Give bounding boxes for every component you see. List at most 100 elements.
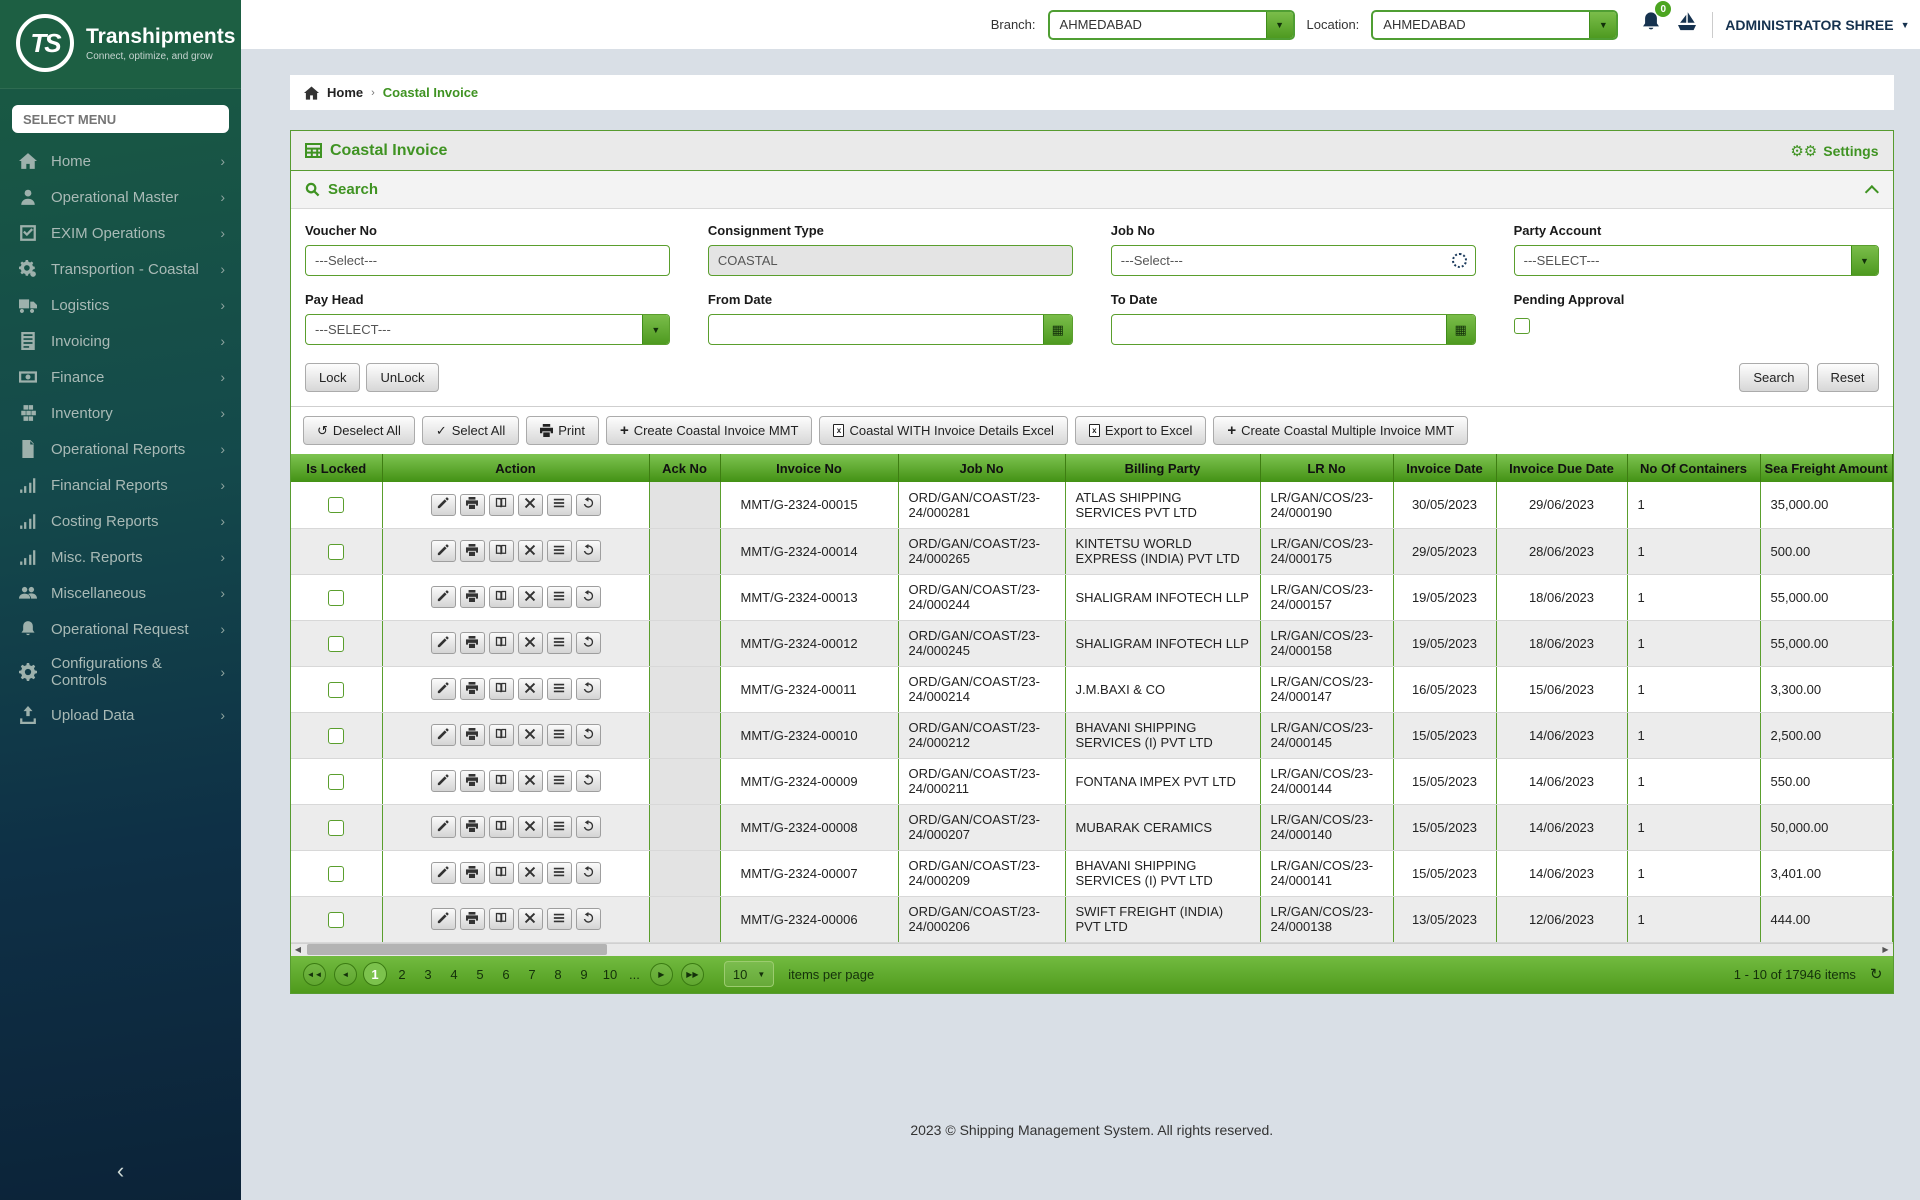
sidebar-item-miscellaneous[interactable]: Miscellaneous› [0,575,241,611]
sidebar-collapse-icon[interactable]: ‹ [0,1158,241,1184]
row-lock-checkbox[interactable] [328,590,344,606]
vessel-button[interactable] [1674,10,1700,39]
row-lock-checkbox[interactable] [328,866,344,882]
first-page-button[interactable]: ◄◄ [303,963,326,986]
sidebar-item-exim-operations[interactable]: EXIM Operations› [0,215,241,251]
sidebar-item-finance[interactable]: Finance› [0,359,241,395]
print-row-button[interactable] [460,586,485,608]
history-row-button[interactable] [576,540,601,562]
page-size-select[interactable]: 10 ▼ [724,961,774,987]
from-date-input[interactable]: ▦ [708,314,1073,345]
delete-row-button[interactable] [518,908,543,930]
ledger-row-button[interactable] [489,770,514,792]
edit-row-button[interactable] [431,540,456,562]
sidebar-item-inventory[interactable]: Inventory› [0,395,241,431]
print-row-button[interactable] [460,678,485,700]
edit-row-button[interactable] [431,586,456,608]
calendar-icon[interactable]: ▦ [1043,315,1072,344]
edit-row-button[interactable] [431,908,456,930]
page-number-8[interactable]: 8 [547,963,569,985]
details-row-button[interactable] [547,494,572,516]
last-page-button[interactable]: ▶▶ [681,963,704,986]
edit-row-button[interactable] [431,678,456,700]
details-row-button[interactable] [547,540,572,562]
history-row-button[interactable] [576,724,601,746]
page-number-5[interactable]: 5 [469,963,491,985]
sidebar-item-logistics[interactable]: Logistics› [0,287,241,323]
edit-row-button[interactable] [431,724,456,746]
edit-row-button[interactable] [431,862,456,884]
page-number-9[interactable]: 9 [573,963,595,985]
job-no-input[interactable] [1111,245,1476,276]
ledger-row-button[interactable] [489,816,514,838]
print-row-button[interactable] [460,908,485,930]
row-lock-checkbox[interactable] [328,820,344,836]
details-row-button[interactable] [547,908,572,930]
delete-row-button[interactable] [518,586,543,608]
edit-row-button[interactable] [431,632,456,654]
delete-row-button[interactable] [518,632,543,654]
scrollbar-thumb[interactable] [307,944,607,955]
row-lock-checkbox[interactable] [328,912,344,928]
create-coastal-invoice-mmt-button[interactable]: +Create Coastal Invoice MMT [606,416,813,445]
row-lock-checkbox[interactable] [328,497,344,513]
edit-row-button[interactable] [431,770,456,792]
sidebar-item-operational-reports[interactable]: Operational Reports› [0,431,241,467]
delete-row-button[interactable] [518,494,543,516]
to-date-input[interactable]: ▦ [1111,314,1476,345]
row-lock-checkbox[interactable] [328,636,344,652]
pay-head-select[interactable]: ---SELECT--- ▼ [305,314,670,345]
reset-button[interactable]: Reset [1817,363,1879,392]
print-row-button[interactable] [460,862,485,884]
sidebar-item-upload-data[interactable]: Upload Data› [0,697,241,733]
page-number-7[interactable]: 7 [521,963,543,985]
location-select[interactable]: AHMEDABAD ▼ [1371,10,1618,40]
sidebar-item-configurations-controls[interactable]: Configurations & Controls› [0,647,241,697]
sidebar-item-operational-master[interactable]: Operational Master› [0,179,241,215]
print-row-button[interactable] [460,540,485,562]
from-date-field[interactable] [709,322,1043,337]
to-date-field[interactable] [1112,322,1446,337]
sidebar-item-transportion-coastal[interactable]: Transportion - Coastal› [0,251,241,287]
delete-row-button[interactable] [518,724,543,746]
history-row-button[interactable] [576,632,601,654]
sidebar-item-home[interactable]: Home› [0,143,241,179]
print-row-button[interactable] [460,494,485,516]
create-coastal-multiple-invoice-mmt-button[interactable]: +Create Coastal Multiple Invoice MMT [1213,416,1468,445]
sidebar-item-financial-reports[interactable]: Financial Reports› [0,467,241,503]
details-row-button[interactable] [547,770,572,792]
ledger-row-button[interactable] [489,724,514,746]
page-number-10[interactable]: 10 [599,963,621,985]
delete-row-button[interactable] [518,862,543,884]
job-no-field[interactable] [1112,253,1452,268]
row-lock-checkbox[interactable] [328,774,344,790]
delete-row-button[interactable] [518,678,543,700]
settings-button[interactable]: ⚙⚙ Settings [1790,142,1878,160]
print-button[interactable]: Print [526,416,599,445]
voucher-no-input[interactable] [305,245,670,276]
details-row-button[interactable] [547,724,572,746]
notifications-button[interactable]: 0 [1640,10,1662,39]
history-row-button[interactable] [576,494,601,516]
row-lock-checkbox[interactable] [328,728,344,744]
ledger-row-button[interactable] [489,540,514,562]
history-row-button[interactable] [576,816,601,838]
ledger-row-button[interactable] [489,586,514,608]
details-row-button[interactable] [547,632,572,654]
details-row-button[interactable] [547,862,572,884]
sidebar-item-invoicing[interactable]: Invoicing› [0,323,241,359]
print-row-button[interactable] [460,816,485,838]
select-all-button[interactable]: ✓Select All [422,416,519,445]
ledger-row-button[interactable] [489,494,514,516]
page-number-4[interactable]: 4 [443,963,465,985]
ledger-row-button[interactable] [489,908,514,930]
history-row-button[interactable] [576,770,601,792]
sidebar-item-operational-request[interactable]: Operational Request› [0,611,241,647]
print-row-button[interactable] [460,724,485,746]
delete-row-button[interactable] [518,816,543,838]
scroll-right-icon[interactable]: ▶ [1879,943,1893,956]
collapse-search-icon[interactable] [1864,185,1878,199]
branch-select[interactable]: AHMEDABAD ▼ [1048,10,1295,40]
details-row-button[interactable] [547,586,572,608]
deselect-all-button[interactable]: ↺Deselect All [303,416,415,445]
